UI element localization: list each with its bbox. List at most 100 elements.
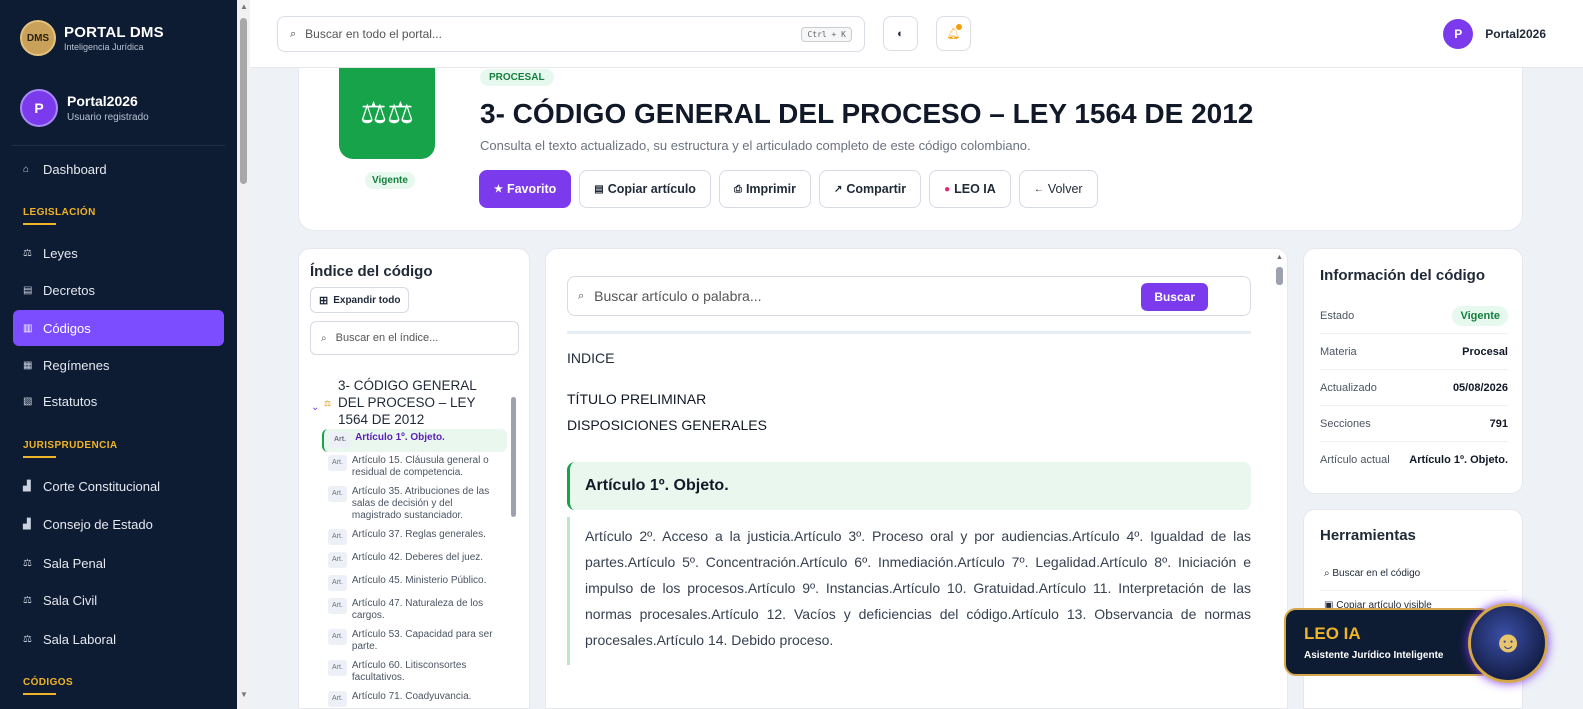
back-label: Volver: [1047, 182, 1083, 196]
favorite-button[interactable]: ★ Favorito: [479, 170, 572, 208]
avatar: P: [20, 89, 58, 127]
section-legislacion: LEGISLACIÓN: [23, 207, 96, 225]
page-subtitle: Consulta el texto actualizado, su estruc…: [480, 138, 1031, 153]
sidebar-item-codigos[interactable]: ▥ Códigos: [13, 310, 224, 346]
scroll-up-icon[interactable]: ▲: [1276, 254, 1283, 261]
scales-icon: ⚖: [23, 247, 32, 259]
list-item[interactable]: Art. Artículo 37. Reglas generales.: [322, 526, 507, 549]
info-row-articulo: Artículo actual Artículo 1º. Objeto.: [1320, 442, 1508, 478]
leo-ia-widget[interactable]: LEO IA Asistente Jurídico Inteligente: [1284, 608, 1492, 676]
info-key: Actualizado: [1320, 381, 1377, 394]
list-item-label: Artículo 15. Cláusula general o residual…: [351, 455, 489, 478]
list-item[interactable]: Art. Artículo 35. Atribuciones de las sal…: [322, 483, 507, 526]
sidebar-item-sala-civil[interactable]: ⚖ Sala Civil: [13, 582, 224, 618]
list-item[interactable]: Art. Artículo 45. Ministerio Público.: [322, 572, 507, 595]
sidebar-item-label: Dashboard: [43, 161, 107, 177]
notifications-button[interactable]: 🔔︎: [936, 16, 971, 51]
scrollbar-thumb[interactable]: [1276, 267, 1283, 285]
scroll-down-icon[interactable]: ▼: [240, 690, 248, 699]
info-key: Secciones: [1320, 417, 1371, 430]
index-label: INDICE: [567, 350, 615, 366]
sidebar-item-leyes[interactable]: ⚖ Leyes: [13, 235, 224, 271]
status-badge: Vigente: [365, 172, 415, 189]
assistant-avatar-icon[interactable]: ☻: [1468, 603, 1548, 683]
chevron-down-icon[interactable]: ⌄: [311, 402, 324, 428]
index-search-input[interactable]: ⌕ Buscar en el índice...: [310, 321, 519, 355]
scales-icon: ⚖: [23, 633, 32, 645]
scrollbar-thumb[interactable]: [240, 18, 247, 184]
list-item-label: Artículo 37. Reglas generales.: [351, 529, 486, 540]
leo-ia-button[interactable]: ● LEO IA: [929, 170, 1011, 208]
sidebar-item-sala-laboral[interactable]: ⚖ Sala Laboral: [13, 621, 224, 657]
leo-title: LEO IA: [1304, 624, 1361, 643]
status-badge: Vigente: [1452, 305, 1508, 326]
tool-search-code[interactable]: ⌕ Buscar en el código: [1324, 568, 1420, 579]
folder-icon: ▧: [23, 395, 33, 407]
brand-title: PORTAL DMS: [64, 24, 164, 41]
divider: [567, 331, 1251, 334]
list-item[interactable]: Art. Artículo 15. Cláusula general o resi…: [322, 452, 507, 483]
list-item[interactable]: Art. Artículo 47. Naturaleza de los cargo…: [322, 595, 507, 626]
list-item[interactable]: Art. Artículo 53. Capacidad para ser part…: [322, 626, 507, 657]
scales-icon: ⚖⚖: [339, 68, 435, 159]
global-search-placeholder: Buscar en todo el portal...: [305, 27, 442, 41]
sidebar-user[interactable]: P Portal2026 Usuario registrado: [20, 89, 149, 127]
sidebar-item-label: Decretos: [43, 282, 96, 298]
sidebar-item-label: Leyes: [43, 245, 78, 261]
code-index-panel: Índice del código ⊞ Expandir todo ⌕ Buscar…: [298, 248, 530, 709]
user-menu[interactable]: P Portal2026: [1443, 19, 1546, 49]
tree-root[interactable]: ⌄ ⚖ 3- CÓDIGO GENERAL DEL PROCESO – LEY …: [311, 377, 488, 428]
tree-root-label: 3- CÓDIGO GENERAL DEL PROCESO – LEY 1564…: [338, 378, 477, 427]
building-icon: ▟: [23, 480, 31, 492]
sidebar-item-dashboard[interactable]: ⌂ Dashboard: [13, 151, 224, 187]
brain-icon: ●: [944, 183, 951, 195]
sidebar-item-label: Sala Penal: [43, 555, 106, 571]
info-key: Artículo actual: [1320, 454, 1390, 466]
list-item[interactable]: Art. Artículo 71. Coadyuvancia.: [322, 688, 507, 708]
content-scrollbar[interactable]: ▲: [1276, 254, 1284, 708]
index-scrollbar[interactable]: [511, 385, 517, 708]
index-title: Índice del código: [310, 263, 433, 280]
star-icon: ★: [494, 183, 503, 195]
copy-article-button[interactable]: ▤ Copiar artículo: [579, 170, 711, 208]
sidebar-item-consejo[interactable]: ▟ Consejo de Estado: [13, 506, 224, 542]
info-row-actualizado: Actualizado 05/08/2026: [1320, 370, 1508, 406]
sidebar-item-corte[interactable]: ▟ Corte Constitucional: [13, 468, 224, 504]
article-body: Artículo 2º. Acceso a la justicia.Artícu…: [567, 517, 1251, 665]
article-viewer: ⌕ Buscar artículo o palabra... Buscar IN…: [545, 248, 1288, 709]
print-button[interactable]: ⎙ Imprimir: [718, 170, 811, 208]
brand-logo: DMS: [20, 20, 56, 56]
global-search-input[interactable]: ⌕ Buscar en todo el portal... Ctrl + K: [277, 16, 865, 52]
scrollbar-thumb[interactable]: [511, 397, 516, 517]
info-row-materia: Materia Procesal: [1320, 334, 1508, 370]
share-label: Compartir: [846, 182, 907, 196]
sidebar-item-decretos[interactable]: ▤ Decretos: [13, 272, 224, 308]
page-scrollbar[interactable]: ▲ ▼: [237, 0, 250, 709]
leo-subtitle: Asistente Jurídico Inteligente: [1304, 650, 1444, 661]
tools-title: Herramientas: [1320, 527, 1416, 544]
sidebar-item-sala-penal[interactable]: ⚖ Sala Penal: [13, 545, 224, 581]
article-badge: Art.: [328, 529, 347, 545]
back-button[interactable]: ← Volver: [1018, 170, 1098, 208]
theme-toggle-button[interactable]: ◐: [883, 16, 918, 51]
list-item-label: Artículo 71. Coadyuvancia.: [351, 691, 472, 702]
share-icon: ↗: [833, 183, 843, 195]
list-item[interactable]: Art. Artículo 60. Litisconsortes facultat…: [322, 657, 507, 688]
brand[interactable]: DMS PORTAL DMS Inteligencia Jurídica: [20, 20, 164, 56]
article-search-input[interactable]: ⌕ Buscar artículo o palabra... Buscar: [567, 276, 1251, 316]
list-item[interactable]: Art. Artículo 1º. Objeto.: [322, 429, 507, 452]
search-button[interactable]: Buscar: [1141, 283, 1208, 311]
scroll-up-icon[interactable]: ▲: [240, 2, 248, 11]
sidebar-item-regimenes[interactable]: ▦ Regímenes: [13, 347, 224, 383]
share-button[interactable]: ↗ Compartir: [818, 170, 922, 208]
scales-icon: ⚖: [23, 557, 32, 569]
section-jurisprudencia: JURISPRUDENCIA: [23, 440, 118, 458]
list-item[interactable]: Art. Artículo 42. Deberes del juez.: [322, 549, 507, 572]
tool-label: Buscar en el código: [1332, 568, 1421, 579]
sidebar-item-estatutos[interactable]: ▧ Estatutos: [13, 383, 224, 419]
expand-all-button[interactable]: ⊞ Expandir todo: [310, 287, 410, 313]
list-item-label: Artículo 42. Deberes del juez.: [351, 552, 484, 563]
article-badge: Art.: [328, 660, 347, 676]
list-item-label: Artículo 53. Capacidad para ser parte.: [351, 629, 493, 652]
search-icon: ⌕: [321, 332, 327, 344]
